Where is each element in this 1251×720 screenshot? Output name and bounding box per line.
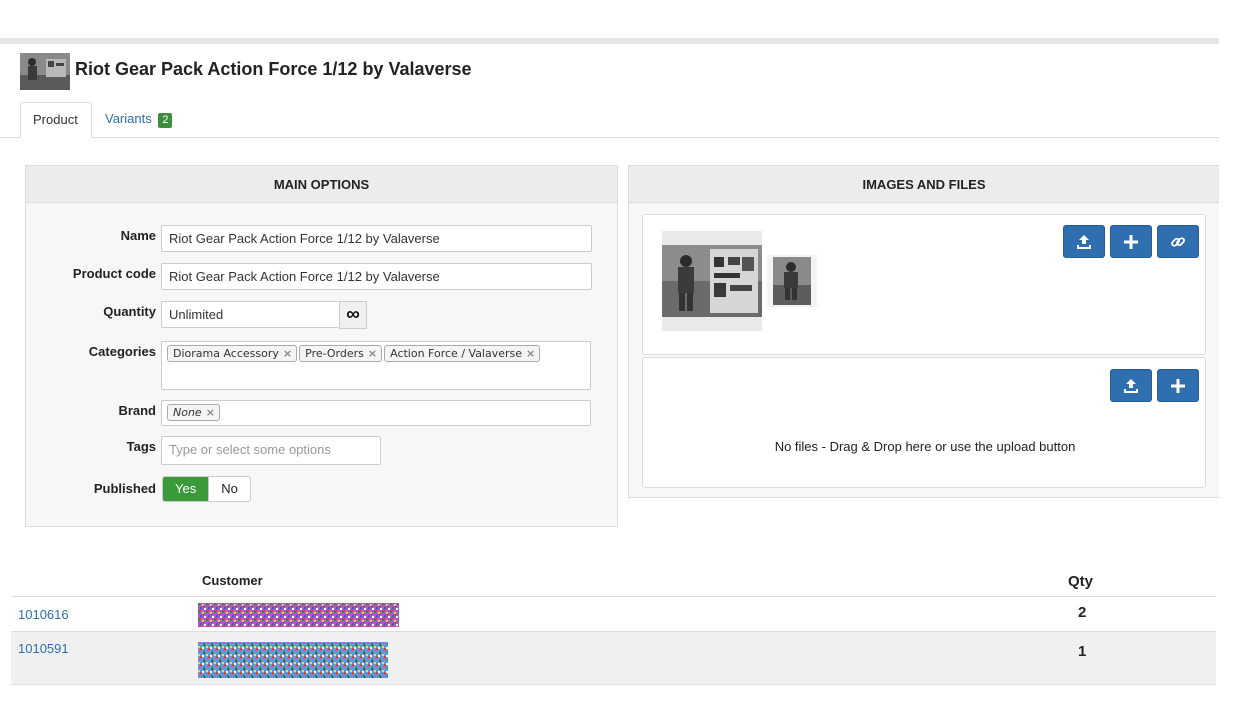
top-bar [0,38,1219,44]
upload-file-button[interactable] [1110,369,1152,402]
categories-select[interactable]: Diorama Accessory × Pre-Orders × Action Forc… [161,341,591,390]
remove-chip-icon[interactable]: × [206,405,215,420]
order-link[interactable]: 1010616 [18,607,69,622]
images-files-heading: IMAGES AND FILES [629,166,1219,203]
remove-chip-icon[interactable]: × [368,346,377,361]
variants-count-badge: 2 [158,113,173,128]
qty-column-header: Qty [1068,573,1094,590]
page-title: Riot Gear Pack Action Force 1/12 by Vala… [75,59,472,79]
add-file-button[interactable] [1157,369,1199,402]
remove-chip-icon[interactable]: × [526,346,535,361]
category-chip-label: Diorama Accessory [173,347,279,360]
tab-product-label: Product [33,112,78,127]
quantity-label: Quantity [103,304,156,319]
no-files-message: No files - Drag & Drop here or use the u… [774,439,1076,454]
brand-select[interactable]: None × [161,400,591,426]
published-no-button[interactable]: No [208,477,250,501]
redacted-customer-name [198,603,399,627]
plus-icon [1124,235,1138,249]
name-label: Name [120,228,156,243]
customer-column-header: Customer [202,573,263,588]
brand-chip: None × [167,404,220,421]
images-dropzone[interactable] [642,214,1206,355]
category-chip-label: Pre-Orders [305,347,364,360]
category-chip-label: Action Force / Valaverse [390,347,523,360]
table-row: 1010616 2 [11,597,1216,632]
product-code-input[interactable]: Riot Gear Pack Action Force 1/12 by Vala… [161,263,592,290]
category-chip: Action Force / Valaverse × [384,345,541,362]
product-image-thumb[interactable] [767,255,817,307]
images-files-panel: IMAGES AND FILES No files - Drag & Drop … [628,165,1219,498]
product-code-label: Product code [72,266,156,281]
brand-chip-label: None [173,406,202,419]
published-label: Published [93,481,156,496]
plus-icon [1171,379,1185,393]
order-qty: 1 [1078,643,1087,660]
table-row: 1010591 1 [11,632,1216,685]
tags-input[interactable]: Type or select some options [161,436,381,465]
name-input[interactable]: Riot Gear Pack Action Force 1/12 by Vala… [161,225,592,252]
redacted-customer-name [198,642,388,678]
main-options-panel: MAIN OPTIONS Name Riot Gear Pack Action … [25,165,618,527]
link-icon [1171,237,1185,247]
tab-variants-label: Variants [105,111,152,126]
upload-image-button[interactable] [1063,225,1105,258]
image-url-button[interactable] [1157,225,1199,258]
brand-label: Brand [118,403,156,418]
upload-icon [1124,379,1138,393]
published-toggle: Yes No [162,476,251,502]
product-thumbnail [20,53,70,90]
product-image-main[interactable] [662,231,762,331]
remove-chip-icon[interactable]: × [283,346,292,361]
order-link[interactable]: 1010591 [18,641,69,656]
quantity-input[interactable]: Unlimited [161,301,339,328]
orders-table: Customer Qty 1010616 2 1010591 1 [11,570,1216,685]
published-yes-button[interactable]: Yes [163,477,209,501]
tab-product[interactable]: Product [20,102,92,138]
orders-table-header: Customer Qty [11,570,1216,597]
infinity-icon: ∞ [346,304,360,325]
unlimited-quantity-button[interactable]: ∞ [339,301,367,329]
categories-label: Categories [88,344,156,359]
upload-icon [1077,235,1091,249]
tab-bar: Product Variants 2 [0,102,1219,138]
order-qty: 2 [1078,604,1087,621]
files-dropzone[interactable]: No files - Drag & Drop here or use the u… [642,357,1206,488]
add-image-button[interactable] [1110,225,1152,258]
tab-variants[interactable]: Variants 2 [93,102,184,138]
category-chip: Diorama Accessory × [167,345,298,362]
main-options-heading: MAIN OPTIONS [26,166,617,203]
category-chip: Pre-Orders × [299,345,383,362]
tags-label: Tags [126,439,156,454]
